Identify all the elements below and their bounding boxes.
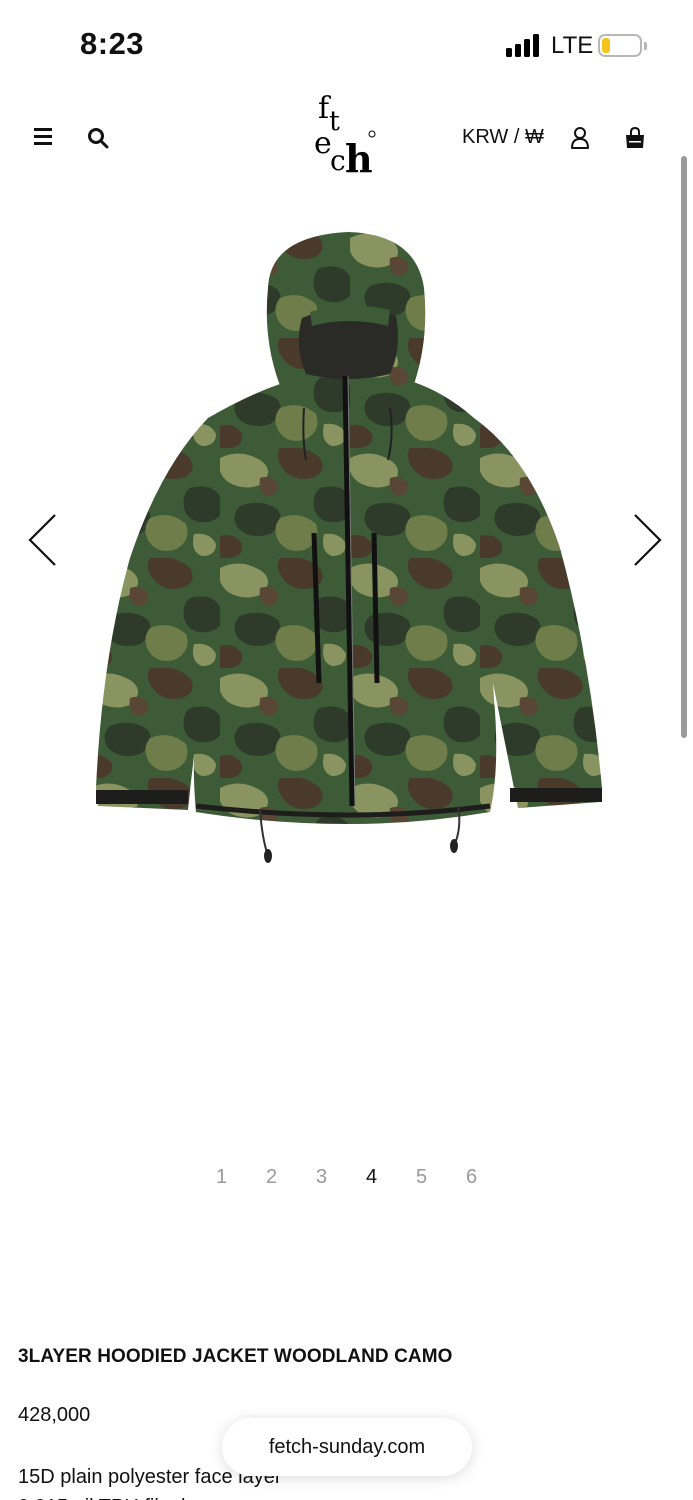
next-image-arrow-icon[interactable] — [628, 510, 668, 570]
page-number-3[interactable]: 3 — [297, 1166, 347, 1189]
product-image-camo-jacket[interactable] — [90, 228, 610, 868]
page-number-1[interactable]: 1 — [197, 1166, 247, 1189]
svg-text:c: c — [330, 144, 346, 177]
signal-icon — [506, 33, 546, 57]
site-header: f t e c h KRW / ₩ — [0, 90, 693, 190]
product-gallery — [0, 200, 693, 1120]
page-number-6[interactable]: 6 — [447, 1166, 497, 1189]
user-icon[interactable] — [568, 125, 592, 151]
previous-image-arrow-icon[interactable] — [22, 510, 62, 570]
status-bar: 8:23 LTE — [0, 0, 693, 90]
battery-icon — [598, 34, 647, 57]
menu-icon[interactable] — [34, 128, 54, 146]
currency-selector[interactable]: KRW / ₩ — [462, 126, 544, 149]
shopping-bag-icon[interactable] — [623, 126, 647, 150]
browser-url-bar[interactable]: fetch-sunday.com — [222, 1418, 472, 1476]
svg-text:h: h — [345, 136, 373, 180]
page-number-5[interactable]: 5 — [397, 1166, 447, 1189]
page-number-4[interactable]: 4 — [347, 1166, 397, 1189]
network-label: LTE — [551, 32, 594, 59]
status-time: 8:23 — [80, 26, 145, 61]
fetch-logo[interactable]: f t e c h — [310, 90, 386, 181]
product-title: 3LAYER HOODIED JACKET WOODLAND CAMO — [18, 1346, 453, 1367]
gallery-pagination: 123456 — [0, 1166, 693, 1198]
search-icon[interactable] — [86, 126, 110, 150]
product-price: 428,000 — [18, 1404, 91, 1426]
page-number-2[interactable]: 2 — [247, 1166, 297, 1189]
description-line: 0.015mil TPU film layer — [18, 1492, 678, 1500]
